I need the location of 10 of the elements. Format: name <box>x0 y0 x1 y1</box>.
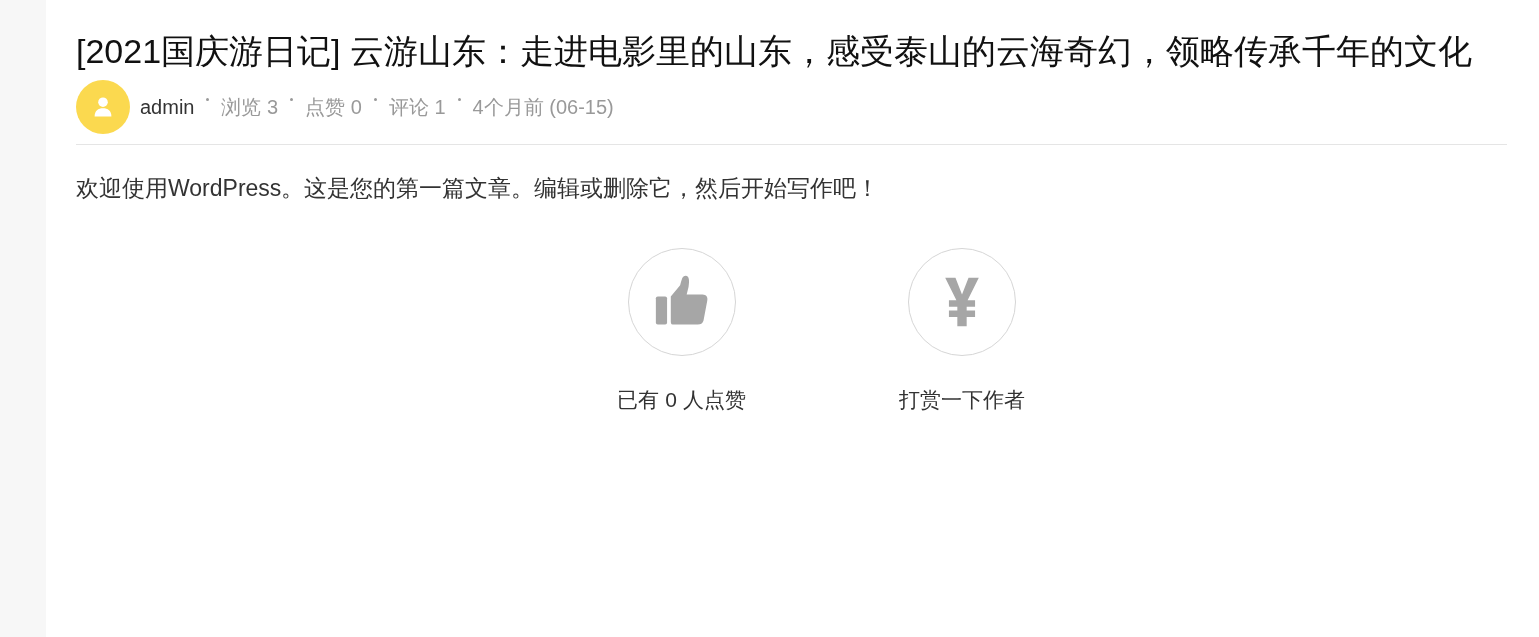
author-link[interactable]: admin <box>140 95 195 119</box>
article-text: 欢迎使用WordPress。这是您的第一篇文章。编辑或删除它，然后开始写作吧！ <box>76 174 881 203</box>
action-label: 打赏一下作者 <box>898 387 1025 413</box>
meta-item: 点赞 0 <box>305 94 362 120</box>
meta-item: 评论 1 <box>388 94 446 120</box>
meta-item: 浏览 3 <box>221 94 279 120</box>
article-title: [2021国庆游日记] 云游山东：走进电影里的山东，感受泰山的云海奇幻，领略传承千年的文化 <box>76 31 1473 72</box>
action-label: 已有 0 人点赞 <box>617 387 746 413</box>
meta-item: 4个月前 (06-15) <box>472 94 614 120</box>
avatar-icon <box>76 80 130 134</box>
